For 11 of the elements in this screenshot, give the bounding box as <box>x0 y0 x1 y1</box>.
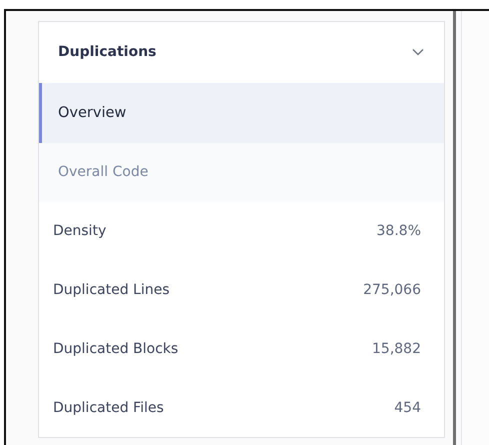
metric-value: 15,882 <box>372 340 421 357</box>
nav-item[interactable]: Overview <box>39 82 444 143</box>
metric-value: 454 <box>394 400 421 416</box>
metric-label: Duplicated Blocks <box>53 340 178 357</box>
group-label: Overall Code <box>58 164 148 180</box>
section-header[interactable]: Duplications <box>39 22 444 83</box>
metric-label: Duplicated Lines <box>53 282 170 298</box>
metric-label: Density <box>53 223 106 239</box>
metric-value: 275,066 <box>363 282 421 298</box>
metric-value: 38.8% <box>376 223 421 239</box>
metric-label: Duplicated Files <box>53 400 164 416</box>
